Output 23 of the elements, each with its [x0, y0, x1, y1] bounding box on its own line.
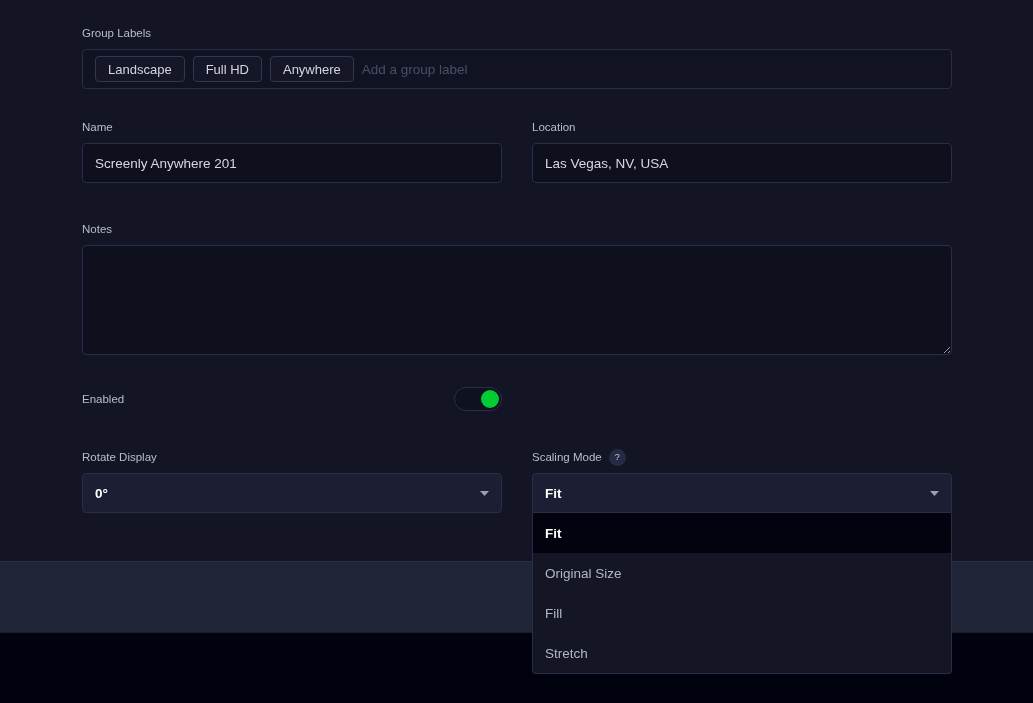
dropdown-option[interactable]: Stretch [533, 633, 951, 673]
enabled-toggle[interactable] [454, 387, 502, 411]
field-label: Notes [82, 222, 113, 237]
help-button[interactable]: ? [608, 448, 626, 466]
group-label-tag[interactable]: Landscape [95, 56, 185, 82]
field-label: Name [82, 120, 113, 135]
field-label: Group Labels [82, 26, 152, 41]
field-label: Scaling Mode [532, 450, 602, 465]
field-label: Rotate Display [82, 450, 157, 465]
location-input[interactable]: Las Vegas, NV, USA [532, 143, 952, 183]
caret-icon [930, 490, 939, 496]
group-labels-field[interactable]: Landscape Full HD Anywhere Add a group label [82, 49, 952, 89]
field-label: Enabled [82, 392, 125, 407]
field-label: Location [532, 120, 576, 135]
group-label-tag[interactable]: Anywhere [269, 56, 354, 82]
dropdown-option[interactable]: Fill [533, 593, 951, 633]
caret-icon [480, 490, 489, 496]
rotate-display-select[interactable]: 0° [82, 473, 502, 513]
dropdown-option[interactable]: Original Size [533, 553, 951, 593]
scaling-mode-select[interactable]: Fit [532, 473, 952, 513]
name-input[interactable]: Screenly Anywhere 201 [82, 143, 502, 183]
group-label-tag[interactable]: Full HD [192, 56, 262, 82]
dropdown-option[interactable]: Fit [533, 513, 951, 553]
